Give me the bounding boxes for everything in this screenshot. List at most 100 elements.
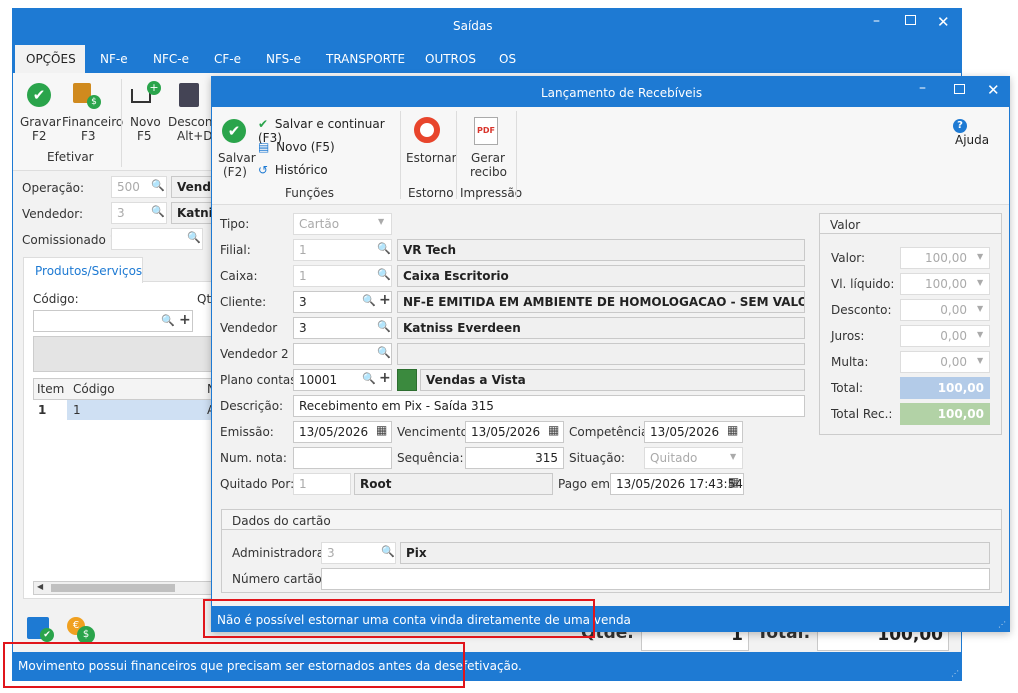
total-rec-label: Total Rec.: — [831, 407, 893, 421]
tab-nfe[interactable]: NF-e — [100, 52, 128, 66]
resize-grip-icon[interactable]: ⋰ — [998, 620, 1006, 629]
vencimento-label: Vencimento: — [397, 425, 472, 439]
resize-grip-icon[interactable]: ⋰ — [951, 669, 959, 678]
saidas-title: Saídas — [453, 19, 493, 33]
tab-cfe[interactable]: CF-e — [214, 52, 241, 66]
estornar-button[interactable] — [404, 115, 452, 179]
help-icon: ? — [953, 119, 967, 133]
recebiveis-dialog: Lançamento de Recebíveis – ✕ ✔ Salvar (F… — [211, 76, 1010, 632]
novo-label: Novo — [130, 115, 161, 129]
numero-cartao-label: Número cartão: — [232, 572, 326, 586]
tab-transporte[interactable]: TRANSPORTE — [326, 52, 405, 66]
calculator-icon — [179, 83, 199, 107]
tab-outros[interactable]: OUTROS — [425, 52, 476, 66]
filial-name: VR Tech — [397, 239, 805, 261]
chevron-down-icon[interactable]: ▼ — [977, 278, 983, 287]
scroll-left-icon[interactable]: ◀ — [37, 582, 43, 591]
close-button[interactable]: ✕ — [937, 13, 950, 31]
estorno-group-label: Estorno — [408, 186, 454, 200]
tab-nfse[interactable]: NFS-e — [266, 52, 301, 66]
filial-search-icon[interactable]: 🔍 — [377, 242, 391, 255]
dialog-minimize-button[interactable]: – — [919, 80, 926, 96]
sequencia-field[interactable]: 315 — [465, 447, 564, 469]
descricao-field[interactable]: Recebimento em Pix - Saída 315 — [293, 395, 805, 417]
quitado-code-field[interactable]: 1 — [293, 473, 351, 495]
vendedor-name: Katnis — [171, 202, 213, 224]
chevron-down-icon[interactable]: ▼ — [977, 356, 983, 365]
vencimento-calendar-icon[interactable]: ▦ — [548, 423, 559, 437]
operacao-label: Operação: — [22, 181, 85, 195]
chevron-down-icon[interactable]: ▼ — [378, 217, 384, 226]
grid-col-codigo[interactable]: Código — [73, 382, 115, 396]
tab-nfce[interactable]: NFC-e — [153, 52, 189, 66]
box-check-badge-icon: ✔ — [40, 628, 54, 642]
historico-label: Histórico — [274, 163, 328, 177]
sequencia-label: Sequência: — [397, 451, 464, 465]
dialog-maximize-button[interactable] — [954, 84, 965, 94]
dialog-status-highlight — [203, 599, 595, 638]
tab-os[interactable]: OS — [499, 52, 516, 66]
chevron-down-icon[interactable]: ▼ — [977, 304, 983, 313]
novo-button[interactable]: ▤ Novo (F5) — [258, 140, 338, 158]
operacao-search-icon[interactable]: 🔍 — [151, 179, 165, 192]
tipo-label: Tipo: — [220, 217, 250, 231]
total-field: 100,00 — [900, 377, 990, 399]
numero-cartao-field[interactable] — [321, 568, 990, 590]
situacao-select[interactable]: Quitado — [644, 447, 743, 469]
competencia-calendar-icon[interactable]: ▦ — [727, 423, 738, 437]
pago-em-field[interactable]: 13/05/2026 17:43:54 — [610, 473, 744, 495]
vencimento-value: 13/05/2026 — [471, 425, 541, 439]
table-cell-codigo: 1 — [73, 403, 81, 417]
comissionado-search-icon[interactable]: 🔍 — [187, 231, 201, 244]
check-icon: ✔ — [27, 83, 51, 107]
plano-name: Vendas a Vista — [420, 369, 805, 391]
caixa-code: 1 — [299, 269, 307, 283]
desconto-label: Descont — [168, 115, 218, 129]
minimize-button[interactable]: – — [873, 13, 880, 29]
tab-opcoes-label[interactable]: OPÇÕES — [26, 52, 76, 66]
vendedor-code: 3 — [117, 206, 125, 220]
vendedor2-search-icon[interactable]: 🔍 — [377, 346, 391, 359]
plano-code-field[interactable]: 10001 — [293, 369, 392, 391]
ajuda-button[interactable]: ? Ajuda — [953, 117, 1005, 147]
maximize-button[interactable] — [905, 15, 916, 25]
vl-liquido-label: Vl. líquido: — [831, 277, 895, 291]
chevron-down-icon[interactable]: ▼ — [730, 452, 736, 461]
valor-value: 100,00 — [925, 251, 967, 265]
sequencia-value: 315 — [535, 451, 558, 465]
dialog-close-button[interactable]: ✕ — [987, 81, 1000, 99]
vendedor-search-icon[interactable]: 🔍 — [151, 205, 165, 218]
cliente-code-field[interactable]: 3 — [293, 291, 392, 313]
administradora-label: Administradora: — [232, 546, 329, 560]
valor-group-label: Valor — [830, 218, 861, 232]
comissionado-label: Comissionado 1: — [22, 233, 122, 247]
salvar-continuar-button[interactable]: ✔ Salvar e continuar (F3) — [258, 117, 398, 145]
codigo-add-icon[interactable]: + — [179, 312, 191, 328]
operacao-name: Venda — [171, 176, 213, 198]
quitado-por-label: Quitado Por: — [220, 477, 295, 491]
vendedor-search-icon[interactable]: 🔍 — [377, 320, 391, 333]
scroll-thumb[interactable] — [51, 584, 175, 592]
novo-key: F5 — [137, 129, 152, 143]
chevron-down-icon[interactable]: ▼ — [977, 330, 983, 339]
plano-search-icon[interactable]: 🔍 — [362, 372, 376, 385]
plano-add-icon[interactable]: + — [379, 370, 391, 386]
chevron-down-icon[interactable]: ▼ — [977, 252, 983, 261]
vendedor-name: Katniss Everdeen — [397, 317, 805, 339]
num-nota-field[interactable] — [293, 447, 392, 469]
codigo-search-icon[interactable]: 🔍 — [161, 314, 175, 327]
pago-calendar-icon[interactable]: ▦ — [728, 475, 739, 489]
emissao-calendar-icon[interactable]: ▦ — [376, 423, 387, 437]
historico-button[interactable]: ↺ Histórico — [258, 163, 338, 181]
vendedor-label: Vendedor — [220, 321, 278, 335]
grid-col-item[interactable]: Item — [37, 382, 64, 396]
adm-search-icon[interactable]: 🔍 — [381, 545, 395, 558]
tab-produtos-label[interactable]: Produtos/Serviços — [35, 264, 142, 278]
table-row[interactable] — [67, 400, 213, 420]
impressao-group-label: Impressão — [460, 186, 523, 200]
caixa-search-icon[interactable]: 🔍 — [377, 268, 391, 281]
juros-label: Juros: — [831, 329, 865, 343]
vl-liquido-value: 100,00 — [925, 277, 967, 291]
cliente-search-icon[interactable]: 🔍 — [362, 294, 376, 307]
cliente-add-icon[interactable]: + — [379, 292, 391, 308]
